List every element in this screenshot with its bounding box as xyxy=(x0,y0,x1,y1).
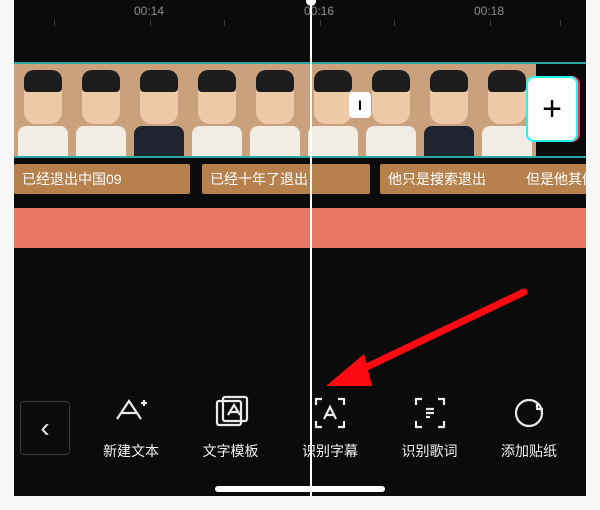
recognize-lyrics-button[interactable]: 识别歌词 xyxy=(385,395,475,461)
clip-border-bottom xyxy=(14,156,586,158)
clip-handle[interactable]: I xyxy=(349,92,371,118)
new-text-button[interactable]: 新建文本 xyxy=(86,395,176,461)
time-ruler[interactable]: 00:14 00:16 00:18 xyxy=(14,0,586,26)
subtitle-clip[interactable]: 他只是搜索退出 xyxy=(380,164,520,194)
plus-icon: + xyxy=(542,92,562,126)
subtitle-clip[interactable]: 已经退出中国09 xyxy=(14,164,190,194)
subtitle-track[interactable]: 已经退出中国09 已经十年了退出 他只是搜索退出 但是他其他 xyxy=(14,164,586,194)
phone-frame: 00:14 00:16 00:18 I + 已经退出中国09 已经十年了退出 他… xyxy=(0,0,600,510)
subtitle-clip[interactable]: 已经十年了退出 xyxy=(202,164,370,194)
text-template-button[interactable]: 文字模板 xyxy=(186,395,276,461)
add-clip-button[interactable]: + xyxy=(526,76,578,142)
ruler-tick: 00:18 xyxy=(474,4,504,18)
editor-screen: 00:14 00:16 00:18 I + 已经退出中国09 已经十年了退出 他… xyxy=(14,0,586,496)
text-plus-icon xyxy=(113,395,149,431)
audio-track[interactable] xyxy=(14,208,586,248)
playhead[interactable] xyxy=(310,0,312,496)
template-icon xyxy=(213,395,249,431)
add-sticker-button[interactable]: 添加贴纸 xyxy=(484,395,574,461)
back-button[interactable]: ‹ xyxy=(20,401,70,455)
video-clip-track[interactable] xyxy=(14,64,586,156)
chevron-left-icon: ‹ xyxy=(40,414,49,442)
subtitle-clip[interactable]: 但是他其他 xyxy=(518,164,586,194)
annotation-arrow xyxy=(294,282,554,402)
recognize-subtitle-button[interactable]: 识别字幕 xyxy=(285,395,375,461)
ruler-tick: 00:16 xyxy=(304,4,334,18)
ruler-tick: 00:14 xyxy=(134,4,164,18)
home-indicator[interactable] xyxy=(215,486,385,492)
